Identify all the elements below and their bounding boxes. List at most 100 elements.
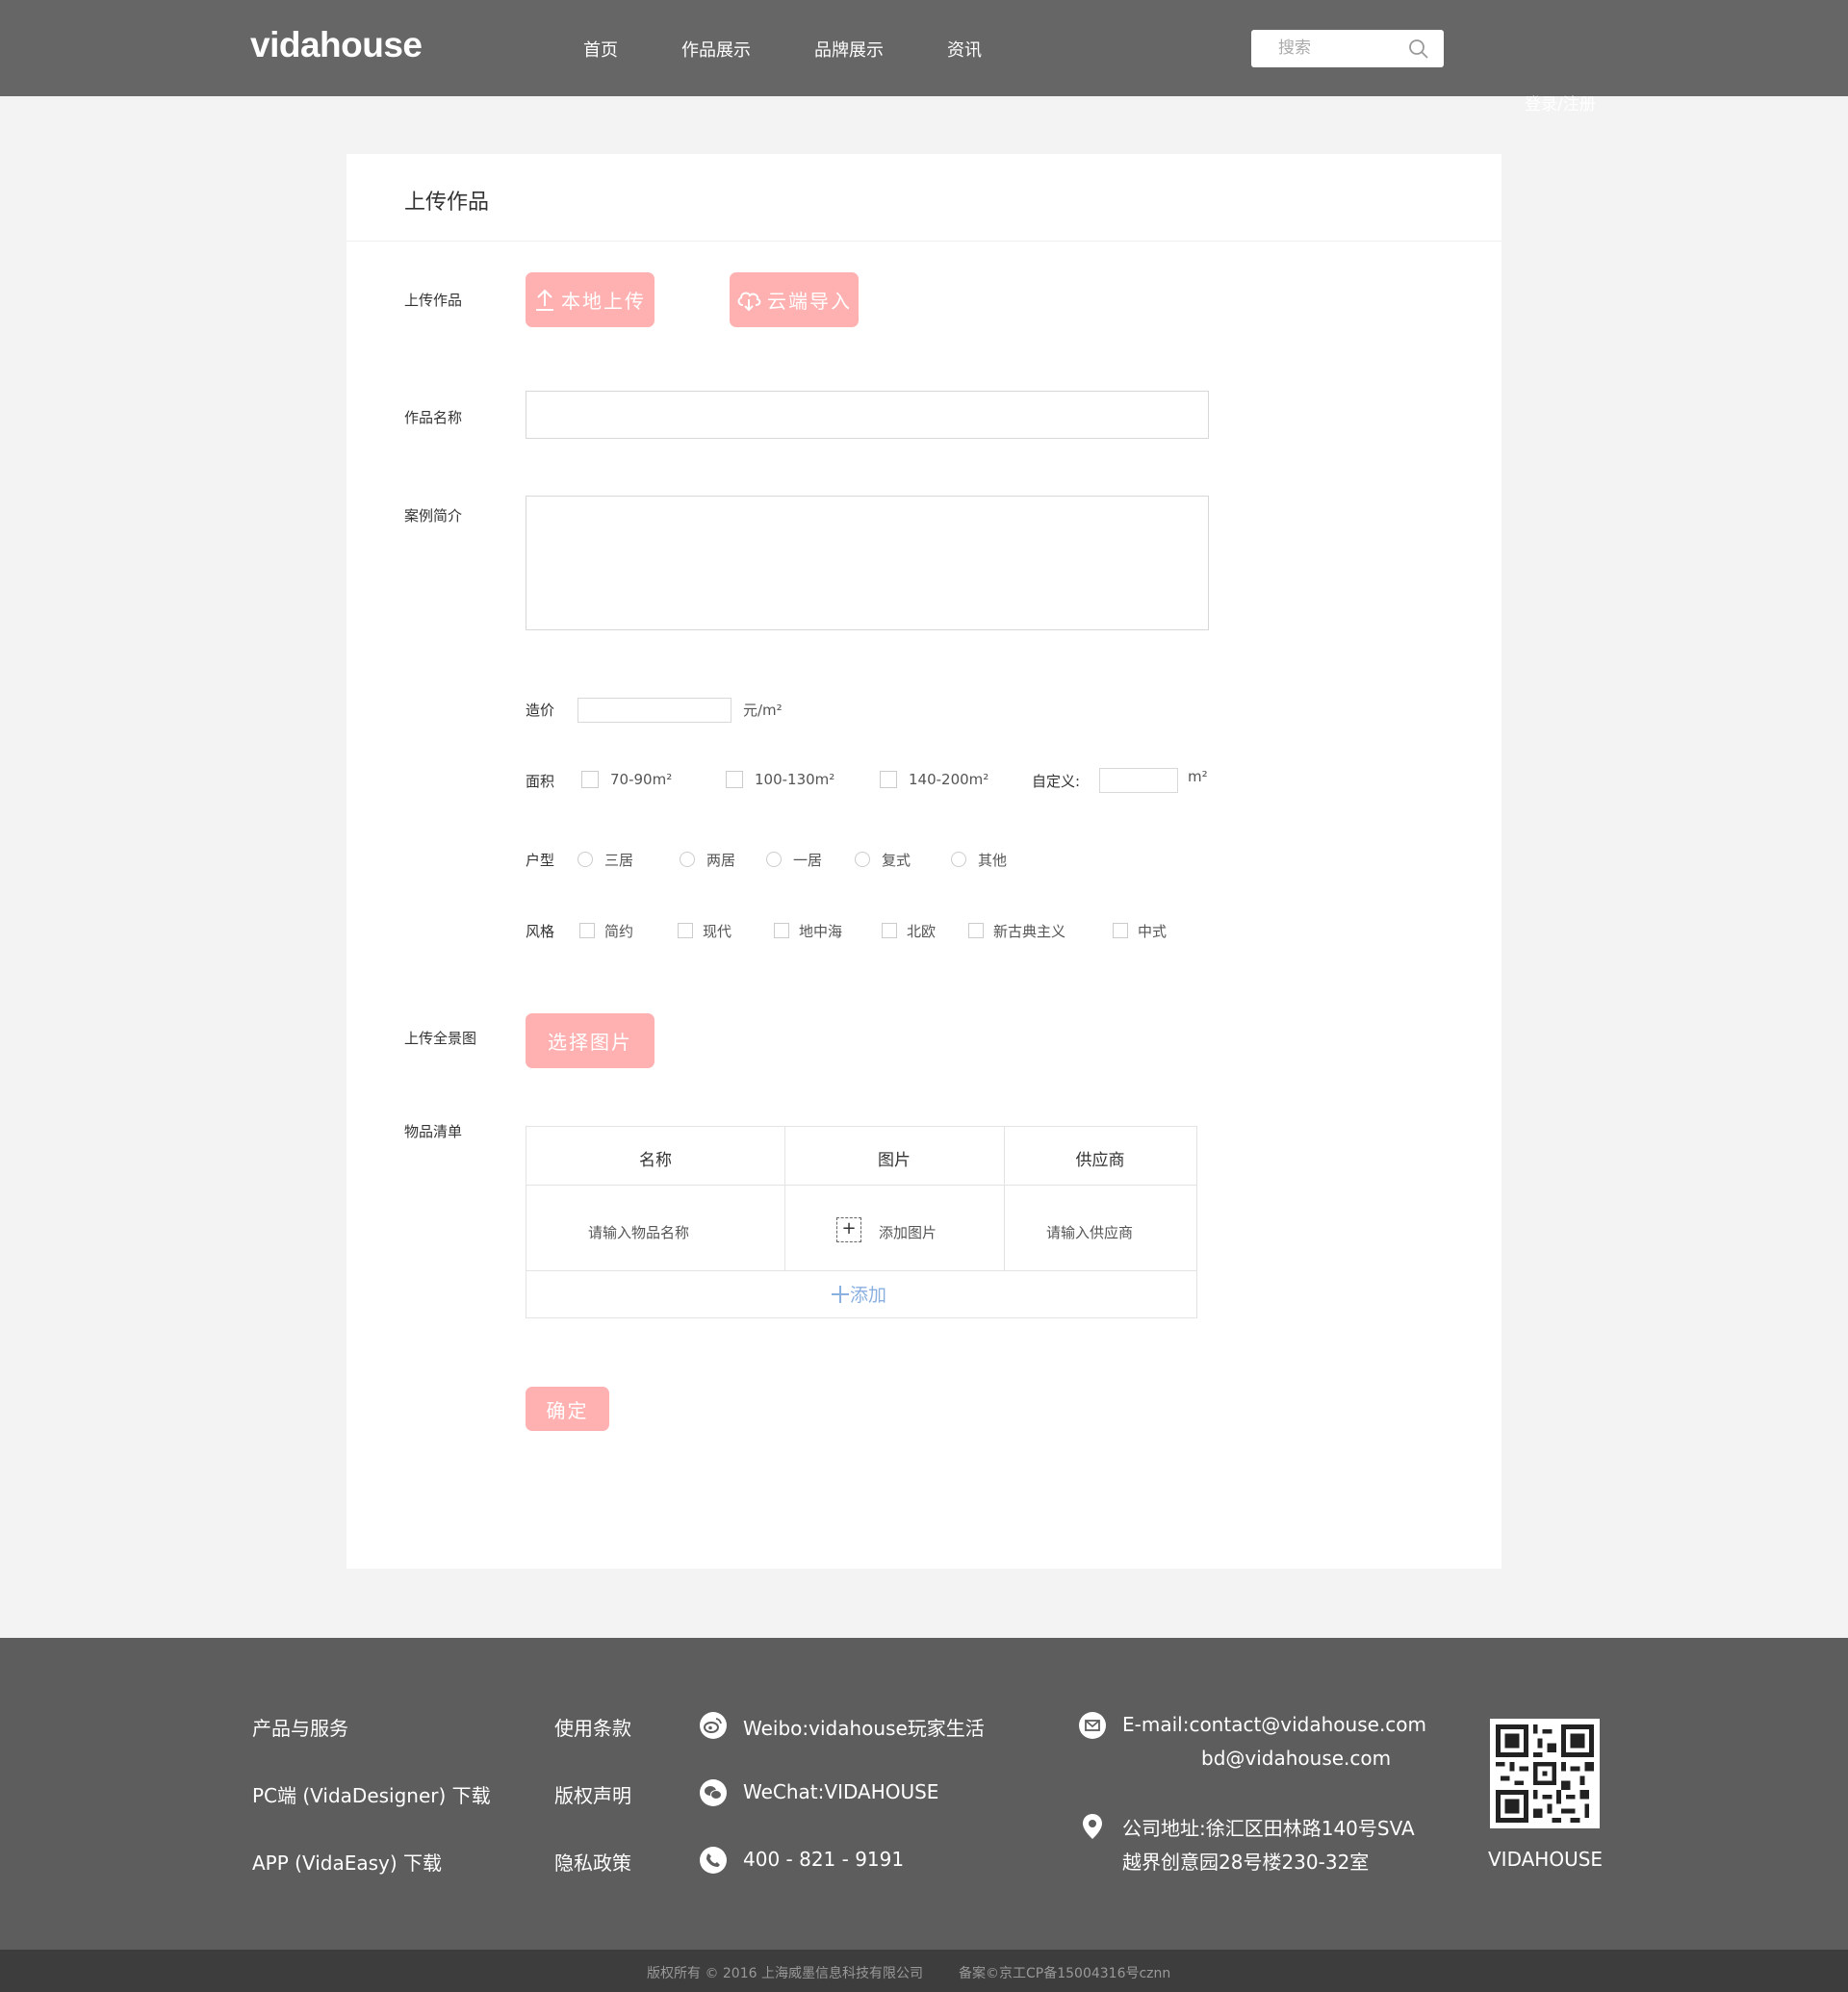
wechat-icon[interactable]	[699, 1778, 728, 1807]
table-header-image: 图片	[878, 1151, 911, 1170]
footer-address-2: 越界创意园28号楼230-32室	[1122, 1851, 1370, 1874]
confirm-button[interactable]: 确定	[526, 1387, 609, 1431]
panorama-label: 上传全景图	[404, 1030, 477, 1047]
item-list-table: 名称 图片 供应商 请输入物品名称 + 添加图片 请输入供应商 添加	[526, 1126, 1197, 1318]
location-pin-icon	[1083, 1814, 1102, 1839]
type-option-two: 两居	[706, 852, 736, 869]
footer-app-download[interactable]: APP (VidaEasy) 下载	[252, 1848, 442, 1876]
case-intro-textarea[interactable]	[526, 496, 1209, 630]
work-name-label: 作品名称	[404, 409, 463, 426]
type-option-three: 三居	[604, 852, 634, 869]
wechat-qr-code	[1490, 1719, 1600, 1828]
login-register-link[interactable]: 登录/注册	[1525, 90, 1596, 115]
area-checkbox-140-200[interactable]	[880, 771, 897, 788]
plus-icon	[832, 1285, 849, 1303]
style-label: 风格	[526, 923, 555, 940]
search-box	[1251, 30, 1444, 67]
footer-weibo[interactable]: Weibo:vidahouse玩家生活	[743, 1713, 985, 1741]
house-type-label: 户型	[526, 852, 555, 869]
qr-code-icon	[1496, 1724, 1594, 1823]
local-upload-button[interactable]: 本地上传	[526, 272, 654, 327]
style-option-chinese: 中式	[1138, 923, 1168, 940]
site-footer: 产品与服务 PC端 (VidaDesigner) 下载 APP (VidaEas…	[0, 1638, 1848, 1950]
choose-image-button[interactable]: 选择图片	[526, 1013, 654, 1068]
site-logo[interactable]: vidahouse	[250, 25, 423, 65]
email-icon[interactable]	[1078, 1711, 1107, 1740]
type-option-duplex: 复式	[882, 852, 911, 869]
style-checkbox-neoclassical[interactable]	[968, 923, 984, 938]
style-option-nordic: 北欧	[907, 923, 937, 940]
upload-label: 上传作品	[404, 292, 463, 309]
site-header: vidahouse 首页 作品展示 品牌展示 资讯	[0, 0, 1848, 96]
style-option-mediterranean: 地中海	[799, 923, 843, 940]
nav-brands[interactable]: 品牌展示	[814, 37, 884, 62]
add-image-plus-icon[interactable]: +	[836, 1217, 861, 1242]
custom-area-input[interactable]	[1099, 768, 1178, 793]
price-input[interactable]	[578, 698, 732, 723]
footer-products-services[interactable]: 产品与服务	[252, 1713, 348, 1741]
nav-works[interactable]: 作品展示	[681, 37, 751, 62]
footer-pc-download[interactable]: PC端 (VidaDesigner) 下载	[252, 1780, 491, 1808]
phone-icon[interactable]	[699, 1846, 728, 1875]
search-input[interactable]	[1278, 38, 1403, 58]
upload-work-card: 上传作品 上传作品 本地上传 云端导入 作品名称 案例简介 造价 元/m² 面积…	[346, 154, 1502, 1569]
upload-icon	[536, 289, 553, 311]
footer-phone[interactable]: 400 - 821 - 9191	[743, 1848, 904, 1871]
copyright-text: 版权所有 © 2016 上海威墨信息科技有限公司	[647, 1966, 923, 1981]
footer-email-2[interactable]: bd@vidahouse.com	[1201, 1747, 1391, 1770]
table-header-supplier: 供应商	[1075, 1151, 1125, 1170]
area-option-140-200: 140-200m²	[909, 771, 989, 788]
cloud-download-icon	[737, 292, 761, 311]
icp-record[interactable]: 备案©京工CP备15004316号cznn	[959, 1963, 1170, 1982]
title-divider	[346, 241, 1502, 242]
footer-terms[interactable]: 使用条款	[554, 1713, 631, 1741]
weibo-icon[interactable]	[699, 1711, 728, 1740]
supplier-field[interactable]: 请输入供应商	[1046, 1222, 1133, 1242]
area-option-100-130: 100-130m²	[755, 771, 835, 788]
nav-news[interactable]: 资讯	[947, 37, 982, 62]
add-item-button[interactable]: 添加	[831, 1281, 886, 1307]
table-row-divider	[526, 1270, 1196, 1271]
search-icon[interactable]	[1408, 38, 1429, 60]
area-checkbox-100-130[interactable]	[726, 771, 743, 788]
cloud-import-button[interactable]: 云端导入	[730, 272, 859, 327]
work-name-input[interactable]	[526, 391, 1209, 439]
case-intro-label: 案例简介	[404, 507, 463, 524]
area-option-70-90: 70-90m²	[610, 771, 673, 788]
custom-area-label: 自定义:	[1032, 773, 1081, 790]
style-option-simple: 简约	[604, 923, 634, 940]
table-header-name: 名称	[639, 1151, 672, 1170]
footer-wechat[interactable]: WeChat:VIDAHOUSE	[743, 1780, 938, 1803]
area-label: 面积	[526, 773, 555, 790]
price-unit: 元/m²	[743, 702, 783, 719]
style-checkbox-nordic[interactable]	[882, 923, 897, 938]
style-checkbox-chinese[interactable]	[1113, 923, 1128, 938]
add-item-label: 添加	[850, 1285, 887, 1306]
add-image-link[interactable]: 添加图片	[879, 1222, 937, 1242]
type-radio-other[interactable]	[951, 852, 966, 867]
type-radio-one[interactable]	[766, 852, 782, 867]
type-option-other: 其他	[978, 852, 1008, 869]
type-radio-three[interactable]	[578, 852, 593, 867]
style-option-modern: 现代	[703, 923, 732, 940]
page-title: 上传作品	[404, 191, 490, 215]
type-radio-duplex[interactable]	[855, 852, 870, 867]
cloud-import-label: 云端导入	[767, 290, 852, 313]
footer-address-1: 公司地址:徐汇区田林路140号SVA	[1122, 1817, 1415, 1840]
style-checkbox-simple[interactable]	[579, 923, 595, 938]
style-option-neoclassical: 新古典主义	[993, 923, 1066, 940]
local-upload-label: 本地上传	[561, 290, 646, 313]
price-label: 造价	[526, 702, 555, 719]
area-checkbox-70-90[interactable]	[581, 771, 599, 788]
nav-home[interactable]: 首页	[583, 37, 618, 62]
type-radio-two[interactable]	[680, 852, 695, 867]
bottom-bar: 版权所有 © 2016 上海威墨信息科技有限公司 备案©京工CP备1500431…	[0, 1950, 1848, 1992]
footer-privacy[interactable]: 隐私政策	[554, 1848, 631, 1876]
footer-copyright-notice[interactable]: 版权声明	[554, 1780, 631, 1808]
footer-email-1[interactable]: E-mail:contact@vidahouse.com	[1122, 1713, 1426, 1736]
custom-area-unit: m²	[1188, 768, 1208, 785]
style-checkbox-mediterranean[interactable]	[774, 923, 789, 938]
style-checkbox-modern[interactable]	[678, 923, 693, 938]
item-name-field[interactable]: 请输入物品名称	[588, 1222, 689, 1242]
table-header-divider	[526, 1185, 1196, 1186]
